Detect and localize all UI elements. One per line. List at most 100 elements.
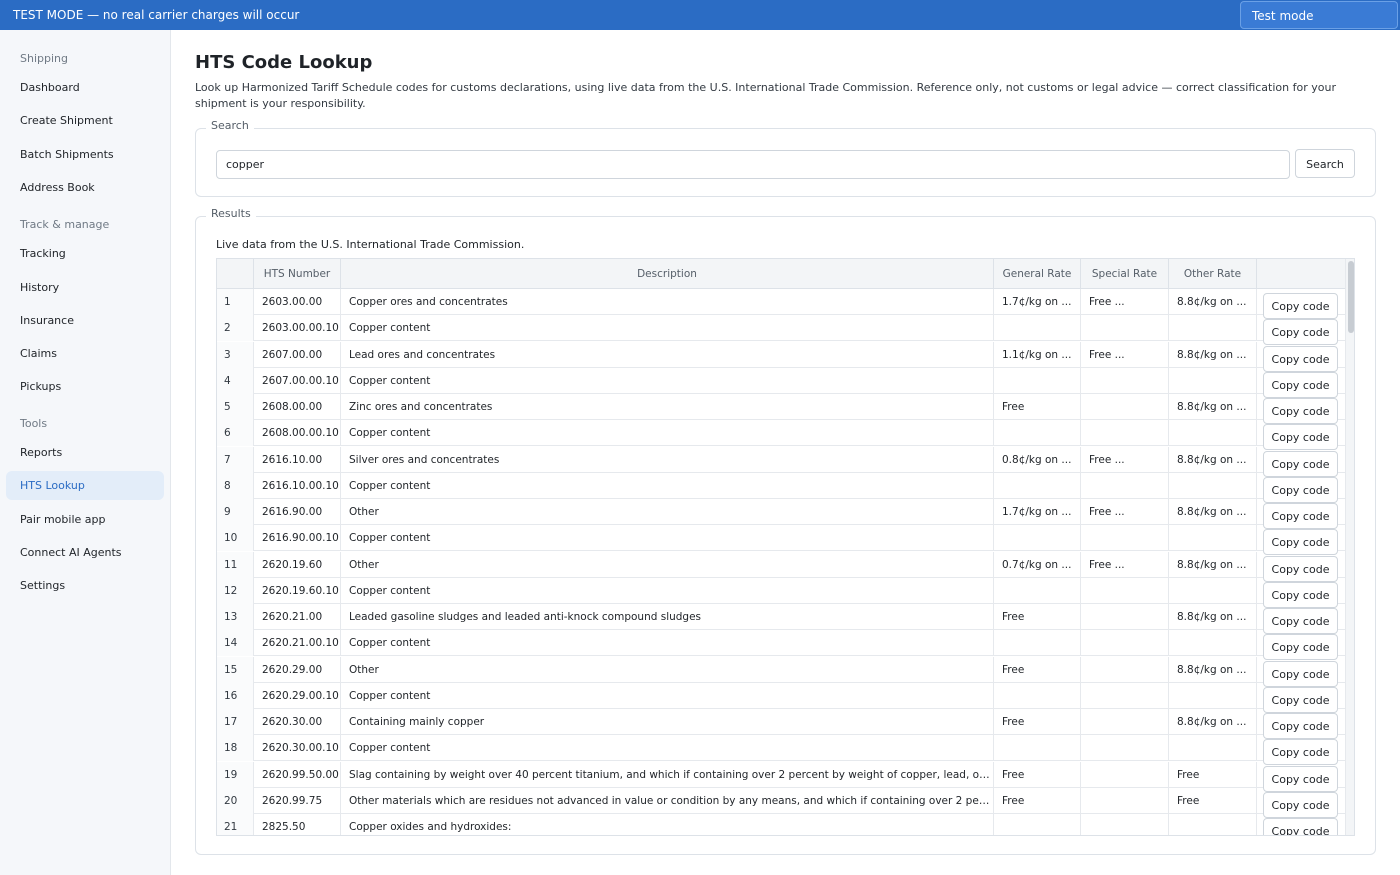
col-header-general-rate[interactable]: General Rate bbox=[994, 259, 1081, 289]
description-cell: Other bbox=[341, 656, 994, 683]
other-rate-cell: 8.8¢/kg on ... bbox=[1169, 446, 1257, 473]
special-rate-cell bbox=[1081, 394, 1169, 420]
table-row[interactable]: 16 2620.29.00.10 Copper content Copy code bbox=[217, 682, 1345, 713]
table-scrollbar[interactable] bbox=[1345, 259, 1354, 835]
search-fieldset: Search Search bbox=[195, 119, 1376, 197]
row-index: 20 bbox=[217, 787, 254, 814]
description-cell: Other bbox=[341, 551, 994, 578]
table-row[interactable]: 6 2608.00.00.10 Copper content Copy code bbox=[217, 420, 1345, 451]
sidebar-item-settings[interactable]: Settings bbox=[6, 571, 164, 600]
general-rate-cell bbox=[994, 735, 1081, 762]
row-index: 8 bbox=[217, 472, 254, 499]
description-cell: Copper content bbox=[341, 525, 994, 552]
search-button[interactable]: Search bbox=[1295, 149, 1355, 178]
description-cell: Copper content bbox=[341, 682, 994, 709]
row-index: 7 bbox=[217, 446, 254, 473]
table-row[interactable]: 5 2608.00.00 Zinc ores and concentrates Fre… bbox=[217, 394, 1345, 424]
table-row[interactable]: 7 2616.10.00 Silver ores and concentrates 0… bbox=[217, 446, 1345, 477]
description-cell: Copper ores and concentrates bbox=[341, 289, 994, 315]
table-row[interactable]: 15 2620.29.00 Other Free 8.8¢/kg on ... Copy … bbox=[217, 656, 1345, 687]
description-cell: Copper content bbox=[341, 630, 994, 657]
description-cell: Copper content bbox=[341, 577, 994, 604]
col-header-description[interactable]: Description bbox=[341, 259, 994, 289]
scrollbar-thumb[interactable] bbox=[1348, 261, 1354, 333]
general-rate-cell bbox=[994, 682, 1081, 709]
special-rate-cell bbox=[1081, 577, 1169, 604]
description-cell: Silver ores and concentrates bbox=[341, 446, 994, 473]
general-rate-cell bbox=[994, 315, 1081, 342]
table-row[interactable]: 19 2620.99.50.00 Slag containing by weight… bbox=[217, 761, 1345, 792]
hts-number-cell: 2616.10.00 bbox=[254, 446, 341, 473]
sidebar-item-batch-shipments[interactable]: Batch Shipments bbox=[6, 140, 164, 169]
main-content: HTS Code Lookup Look up Harmonized Tarif… bbox=[195, 30, 1380, 875]
description-cell: Other materials which are residues not a… bbox=[341, 787, 994, 814]
results-source-note: Live data from the U.S. International Tr… bbox=[216, 238, 525, 251]
test-mode-button[interactable]: Test mode bbox=[1240, 1, 1398, 29]
table-row[interactable]: 11 2620.19.60 Other 0.7¢/kg on ... Free ... 8… bbox=[217, 551, 1345, 582]
table-row[interactable]: 18 2620.30.00.10 Copper content Copy code bbox=[217, 735, 1345, 766]
special-rate-cell bbox=[1081, 472, 1169, 499]
row-index: 4 bbox=[217, 367, 254, 394]
copy-code-button[interactable]: Copy code bbox=[1263, 818, 1338, 835]
page-title: HTS Code Lookup bbox=[195, 52, 373, 73]
sidebar-item-address-book[interactable]: Address Book bbox=[6, 173, 164, 202]
other-rate-cell: 8.8¢/kg on ... bbox=[1169, 551, 1257, 578]
table-row[interactable]: 8 2616.10.00.10 Copper content Copy code bbox=[217, 472, 1345, 503]
table-row[interactable]: 1 2603.00.00 Copper ores and concentrates 1… bbox=[217, 289, 1345, 319]
sidebar-item-connect-ai-agents[interactable]: Connect AI Agents bbox=[6, 538, 164, 567]
special-rate-cell bbox=[1081, 420, 1169, 447]
other-rate-cell bbox=[1169, 735, 1257, 762]
sidebar-item-pair-mobile-app[interactable]: Pair mobile app bbox=[6, 505, 164, 534]
row-index: 17 bbox=[217, 709, 254, 735]
row-index: 14 bbox=[217, 630, 254, 657]
table-row[interactable]: 17 2620.30.00 Containing mainly copper Free… bbox=[217, 709, 1345, 739]
table-row[interactable]: 10 2616.90.00.10 Copper content Copy code bbox=[217, 525, 1345, 556]
other-rate-cell: 8.8¢/kg on ... bbox=[1169, 394, 1257, 420]
description-cell: Containing mainly copper bbox=[341, 709, 994, 735]
test-mode-banner: TEST MODE — no real carrier charges will… bbox=[0, 0, 1400, 30]
col-header-other-rate[interactable]: Other Rate bbox=[1169, 259, 1257, 289]
special-rate-cell: Free ... bbox=[1081, 499, 1169, 525]
sidebar-item-history[interactable]: History bbox=[6, 273, 164, 302]
table-row[interactable]: 3 2607.00.00 Lead ores and concentrates 1.1… bbox=[217, 341, 1345, 372]
general-rate-cell: Free bbox=[994, 787, 1081, 814]
general-rate-cell: Free bbox=[994, 656, 1081, 683]
general-rate-cell bbox=[994, 472, 1081, 499]
table-row[interactable]: 9 2616.90.00 Other 1.7¢/kg on ... Free ... 8.… bbox=[217, 499, 1345, 529]
hts-number-cell: 2620.30.00 bbox=[254, 709, 341, 735]
sidebar-item-insurance[interactable]: Insurance bbox=[6, 306, 164, 335]
other-rate-cell bbox=[1169, 814, 1257, 835]
hts-number-cell: 2620.29.00 bbox=[254, 656, 341, 683]
sidebar-item-create-shipment[interactable]: Create Shipment bbox=[6, 106, 164, 135]
sidebar-item-tracking[interactable]: Tracking bbox=[6, 239, 164, 268]
general-rate-cell: 1.7¢/kg on ... bbox=[994, 289, 1081, 315]
general-rate-cell: 0.7¢/kg on ... bbox=[994, 551, 1081, 578]
col-header-hts-number[interactable]: HTS Number bbox=[254, 259, 341, 289]
table-row[interactable]: 2 2603.00.00.10 Copper content Copy code bbox=[217, 315, 1345, 346]
results-legend: Results bbox=[206, 207, 256, 220]
table-row[interactable]: 20 2620.99.75 Other materials which are re… bbox=[217, 787, 1345, 818]
table-row[interactable]: 4 2607.00.00.10 Copper content Copy code bbox=[217, 367, 1345, 398]
row-index: 11 bbox=[217, 551, 254, 578]
sidebar-item-hts-lookup[interactable]: HTS Lookup bbox=[6, 471, 164, 500]
results-table: HTS Number Description General Rate Spec… bbox=[216, 258, 1355, 836]
sidebar: Shipping Dashboard Create Shipment Batch… bbox=[0, 30, 171, 875]
special-rate-cell bbox=[1081, 709, 1169, 735]
table-row[interactable]: 12 2620.19.60.10 Copper content Copy code bbox=[217, 577, 1345, 608]
table-row[interactable]: 14 2620.21.00.10 Copper content Copy code bbox=[217, 630, 1345, 661]
table-row[interactable]: 13 2620.21.00 Leaded gasoline sludges and … bbox=[217, 604, 1345, 634]
col-header-special-rate[interactable]: Special Rate bbox=[1081, 259, 1169, 289]
hts-number-cell: 2603.00.00 bbox=[254, 289, 341, 315]
sidebar-item-claims[interactable]: Claims bbox=[6, 339, 164, 368]
description-cell: Copper content bbox=[341, 735, 994, 762]
table-row[interactable]: 21 2825.50 Copper oxides and hydroxides: Co… bbox=[217, 814, 1345, 835]
hts-number-cell: 2620.21.00 bbox=[254, 604, 341, 630]
sidebar-item-dashboard[interactable]: Dashboard bbox=[6, 73, 164, 102]
sidebar-item-pickups[interactable]: Pickups bbox=[6, 372, 164, 401]
hts-search-input[interactable] bbox=[216, 150, 1290, 179]
row-index: 1 bbox=[217, 289, 254, 315]
description-cell: Other bbox=[341, 499, 994, 525]
general-rate-cell bbox=[994, 814, 1081, 835]
sidebar-item-reports[interactable]: Reports bbox=[6, 438, 164, 467]
hts-number-cell: 2620.29.00.10 bbox=[254, 682, 341, 709]
